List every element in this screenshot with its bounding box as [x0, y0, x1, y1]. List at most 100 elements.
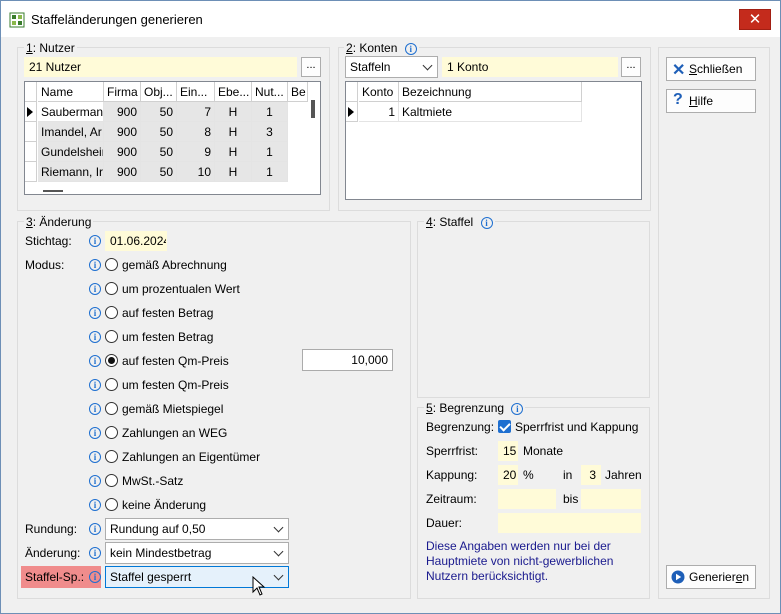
info-icon[interactable]: i	[89, 403, 101, 415]
info-icon[interactable]: i	[89, 235, 101, 247]
table-cell[interactable]: H	[215, 122, 252, 142]
aenderung-select[interactable]: kein Mindestbetrag	[105, 542, 289, 564]
info-icon[interactable]: i	[89, 259, 101, 271]
kappung-field[interactable]: 20	[498, 465, 518, 485]
column-header-einheit[interactable]: Ein...	[177, 82, 215, 102]
sperrfrist-kappung-checkbox[interactable]	[498, 420, 511, 433]
zeitraum-to-field[interactable]	[581, 489, 641, 509]
radio-zahlungen-an-weg[interactable]	[105, 426, 118, 439]
radio-auf-festen-betrag[interactable]	[105, 306, 118, 319]
column-header-konto[interactable]: Konto	[359, 82, 399, 102]
table-cell[interactable]: 50	[141, 102, 177, 122]
info-icon[interactable]: i	[89, 283, 101, 295]
table-cell[interactable]: 7	[177, 102, 215, 122]
table-cell[interactable]: H	[215, 102, 252, 122]
dauer-field[interactable]	[498, 513, 641, 533]
table-cell[interactable]: 50	[141, 142, 177, 162]
sperrfrist-field[interactable]: 15	[498, 441, 518, 461]
close-button[interactable]: ✕ Schließen	[666, 57, 756, 81]
info-icon[interactable]: i	[89, 379, 101, 391]
info-icon[interactable]: i	[89, 451, 101, 463]
info-icon[interactable]: i	[511, 403, 524, 415]
nutzer-browse-button[interactable]: ...	[301, 57, 321, 77]
generate-button[interactable]: Generieren	[666, 565, 756, 589]
mode-label[interactable]: MwSt.-Satz	[122, 474, 183, 488]
table-cell[interactable]: 1	[252, 102, 288, 122]
mode-label[interactable]: Zahlungen an Eigentümer	[122, 450, 260, 464]
radio-mwst-satz[interactable]	[105, 474, 118, 487]
nutzer-summary-field[interactable]: 21 Nutzer	[24, 57, 297, 77]
row-header[interactable]	[25, 102, 37, 122]
radio-auf-festen-qm-preis[interactable]	[105, 354, 118, 367]
radio-zahlungen-an-eigentuemer[interactable]	[105, 450, 118, 463]
table-cell[interactable]: 8	[177, 122, 215, 142]
table-cell[interactable]: Gundelsheir	[38, 142, 104, 162]
table-cell[interactable]: 3	[252, 122, 288, 142]
mode-label[interactable]: keine Änderung	[122, 498, 206, 512]
table-cell[interactable]: Imandel, Ar	[38, 122, 104, 142]
column-header-be[interactable]: Be	[288, 82, 308, 102]
column-header-nutzer[interactable]: Nut...	[252, 82, 288, 102]
row-header[interactable]	[25, 142, 37, 162]
info-icon[interactable]: i	[89, 523, 101, 535]
column-header-ebene[interactable]: Ebe...	[215, 82, 252, 102]
nutzer-table[interactable]: Name Firma Obj... Ein... Ebe... Nut... B…	[24, 81, 321, 195]
table-cell[interactable]: H	[215, 142, 252, 162]
konten-summary-field[interactable]: 1 Konto	[442, 57, 618, 77]
zeitraum-from-field[interactable]	[498, 489, 556, 509]
table-cell[interactable]: 900	[104, 142, 141, 162]
row-header[interactable]	[25, 162, 37, 182]
help-button[interactable]: ? Hilfe	[666, 89, 756, 113]
table-cell[interactable]: 900	[104, 122, 141, 142]
table-cell[interactable]: 9	[177, 142, 215, 162]
table-cell[interactable]: Sauberman	[38, 102, 104, 122]
radio-um-prozentualen-wert[interactable]	[105, 282, 118, 295]
info-icon[interactable]: i	[89, 547, 101, 559]
table-cell[interactable]: H	[215, 162, 252, 182]
vertical-scrollbar-thumb[interactable]	[311, 100, 315, 118]
table-cell[interactable]: 1	[252, 142, 288, 162]
table-cell[interactable]: 50	[141, 122, 177, 142]
qm-preis-input[interactable]: 10,000	[302, 349, 393, 371]
info-icon[interactable]: i	[89, 475, 101, 487]
radio-um-festen-betrag[interactable]	[105, 330, 118, 343]
rundung-select[interactable]: Rundung auf 0,50	[105, 518, 289, 540]
table-cell[interactable]: 1	[252, 162, 288, 182]
table-cell[interactable]: 50	[141, 162, 177, 182]
info-icon[interactable]: i	[89, 355, 101, 367]
row-header[interactable]	[25, 122, 37, 142]
table-cell[interactable]: Kaltmiete	[399, 102, 582, 122]
stichtag-field[interactable]: 01.06.2024	[105, 231, 167, 251]
table-cell[interactable]: 900	[104, 162, 141, 182]
radio-keine-aenderung[interactable]	[105, 498, 118, 511]
table-cell[interactable]: Riemann, Ir	[38, 162, 104, 182]
info-icon[interactable]: i	[480, 217, 493, 229]
column-header-objekt[interactable]: Obj...	[141, 82, 177, 102]
row-header[interactable]	[346, 102, 358, 122]
radio-gemaess-abrechnung[interactable]	[105, 258, 118, 271]
info-icon[interactable]: i	[89, 331, 101, 343]
column-header-firma[interactable]: Firma	[104, 82, 141, 102]
mode-label[interactable]: gemäß Abrechnung	[122, 258, 227, 272]
column-header-bezeichnung[interactable]: Bezeichnung	[399, 82, 582, 102]
radio-gemaess-mietspiegel[interactable]	[105, 402, 118, 415]
mode-label[interactable]: auf festen Qm-Preis	[122, 354, 229, 368]
table-cell[interactable]: 10	[177, 162, 215, 182]
radio-um-festen-qm-preis[interactable]	[105, 378, 118, 391]
info-icon[interactable]: i	[89, 427, 101, 439]
konten-table[interactable]: Konto Bezeichnung 1 Kaltmiete	[345, 81, 642, 200]
window-close-button[interactable]: ✕	[739, 9, 771, 30]
mode-label[interactable]: gemäß Mietspiegel	[122, 402, 223, 416]
info-icon[interactable]: i	[89, 307, 101, 319]
table-cell[interactable]: 1	[359, 102, 399, 122]
konten-mode-select[interactable]: Staffeln	[345, 56, 438, 78]
mode-label[interactable]: Zahlungen an WEG	[122, 426, 227, 440]
mode-label[interactable]: auf festen Betrag	[122, 306, 213, 320]
mode-label[interactable]: um prozentualen Wert	[122, 282, 240, 296]
horizontal-scrollbar-thumb[interactable]	[43, 190, 63, 192]
column-header-name[interactable]: Name	[38, 82, 104, 102]
info-icon[interactable]: i	[89, 571, 101, 583]
mode-label[interactable]: um festen Qm-Preis	[122, 378, 229, 392]
info-icon[interactable]: i	[404, 43, 417, 55]
sperrfrist-kappung-label[interactable]: Sperrfrist und Kappung	[515, 420, 638, 434]
